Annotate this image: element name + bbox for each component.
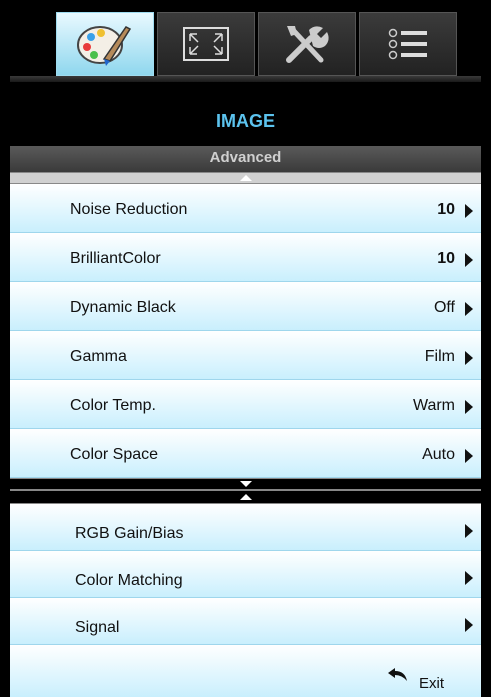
tab-options[interactable] (359, 12, 457, 76)
exit-row[interactable]: Exit (10, 645, 481, 697)
menu-item-color-matching[interactable]: Color Matching (10, 551, 481, 598)
menu-item-rgb-gain-bias[interactable]: RGB Gain/Bias (10, 504, 481, 551)
chevron-right-icon (465, 204, 473, 218)
menu-item-noise-reduction[interactable]: Noise Reduction 10 (10, 184, 481, 233)
menu-item-gamma[interactable]: Gamma Film (10, 331, 481, 380)
tab-image[interactable] (56, 12, 154, 76)
chevron-right-icon (465, 571, 473, 585)
menu-tab-bar (0, 0, 491, 86)
item-label: Color Space (70, 446, 159, 463)
back-arrow-icon (388, 668, 407, 681)
exit-label: Exit (418, 675, 444, 692)
chevron-right-icon (465, 302, 473, 316)
menu-item-brilliantcolor[interactable]: BrilliantColor 10 (10, 233, 481, 282)
chevron-right-icon (465, 524, 473, 538)
screen-expand-icon (183, 27, 229, 61)
item-value: 10 (437, 250, 455, 267)
item-value: 10 (437, 201, 455, 218)
item-value: Film (424, 348, 455, 365)
item-value: Auto (422, 446, 455, 463)
chevron-right-icon (465, 400, 473, 414)
submenu-title: Advanced (10, 146, 481, 172)
tab-setup[interactable] (258, 12, 356, 76)
scroll-up-bar-2[interactable] (10, 490, 481, 504)
chevron-right-icon (465, 351, 473, 365)
tab-display[interactable] (157, 12, 255, 76)
item-value: Off (433, 299, 455, 316)
chevron-right-icon (465, 449, 473, 463)
chevron-right-icon (465, 253, 473, 267)
palette-icon (77, 26, 132, 66)
scroll-down-bar[interactable] (10, 478, 481, 490)
item-label: BrilliantColor (70, 250, 161, 267)
menu-item-color-temp[interactable]: Color Temp. Warm (10, 380, 481, 429)
menu-item-color-space[interactable]: Color Space Auto (10, 429, 481, 478)
scroll-down-icon (239, 481, 252, 487)
scroll-up-icon (239, 494, 252, 500)
item-label: Gamma (70, 348, 127, 365)
menu-title: IMAGE (10, 86, 481, 146)
menu-item-signal[interactable]: Signal (10, 598, 481, 645)
scroll-up-icon (239, 175, 252, 181)
list-icon (388, 28, 427, 60)
tab-bar-base (10, 76, 481, 82)
item-label: Noise Reduction (70, 201, 188, 218)
tools-icon (286, 26, 329, 63)
menu-item-dynamic-black[interactable]: Dynamic Black Off (10, 282, 481, 331)
item-value: Warm (412, 397, 455, 414)
menu-panel: IMAGE Advanced Noise Reduction 10 Brilli… (10, 86, 481, 697)
scroll-up-bar[interactable] (10, 172, 481, 184)
item-label: Color Temp. (70, 397, 156, 414)
item-label: Dynamic Black (70, 299, 176, 316)
chevron-right-icon (465, 618, 473, 632)
